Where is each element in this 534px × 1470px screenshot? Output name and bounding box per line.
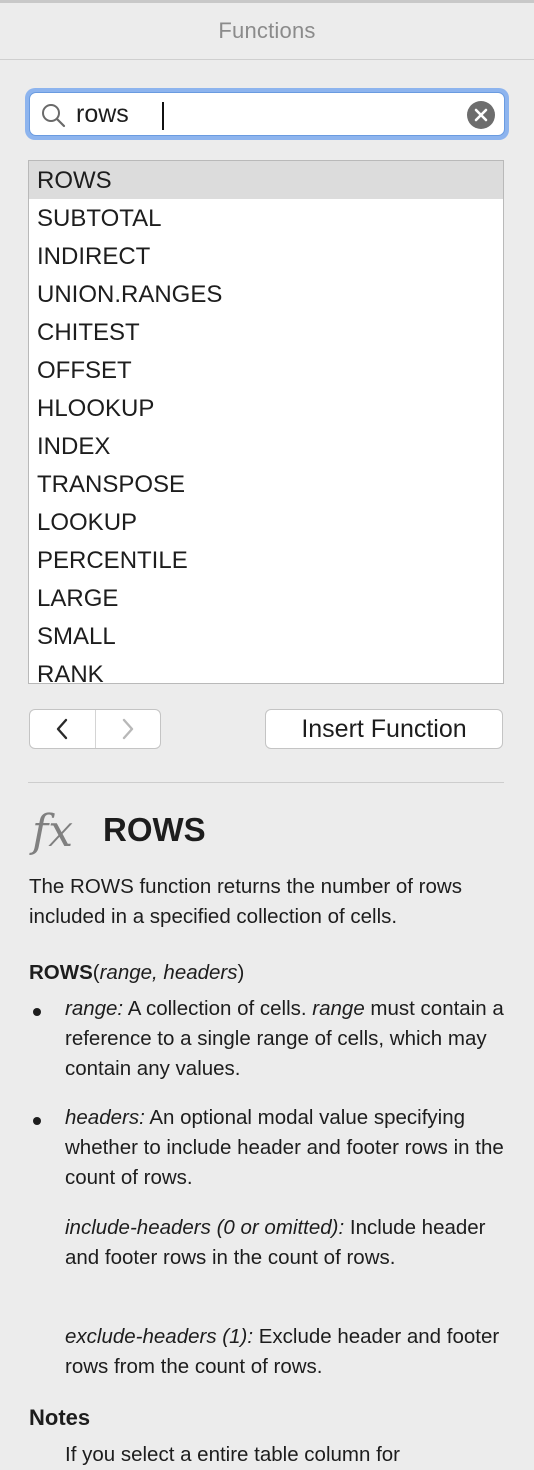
back-button[interactable]: [30, 710, 95, 748]
syntax-name: ROWS: [29, 961, 93, 984]
function-list-item[interactable]: ROWS: [29, 161, 503, 199]
option-exclude-headers: exclude-headers (1): Exclude header and …: [65, 1322, 505, 1382]
search-focus-ring: [25, 88, 509, 140]
panel-header: Functions: [0, 3, 534, 60]
search-icon: [42, 104, 66, 128]
search-input[interactable]: [76, 98, 456, 130]
opt-include-term: include-headers (0 or omitted):: [65, 1216, 345, 1239]
clear-search-icon[interactable]: [467, 101, 495, 129]
function-list-item[interactable]: UNION.RANGES: [29, 275, 503, 313]
function-list-item[interactable]: RANK: [29, 655, 503, 683]
function-list-item[interactable]: PERCENTILE: [29, 541, 503, 579]
function-list-item[interactable]: LARGE: [29, 579, 503, 617]
function-title: ROWS: [103, 811, 206, 848]
function-list-item[interactable]: SMALL: [29, 617, 503, 655]
function-list[interactable]: ROWS SUBTOTAL INDIRECT UNION.RANGES CHITEST O…: [28, 160, 504, 684]
notes-first-line: If you select a entire table column for: [65, 1443, 401, 1466]
function-list-item[interactable]: INDIRECT: [29, 237, 503, 275]
panel-title: Functions: [218, 18, 316, 43]
chevron-left-icon: [57, 718, 68, 740]
search-field[interactable]: [29, 92, 505, 136]
arg-range-inline: range: [312, 997, 365, 1020]
fx-icon: fx: [32, 806, 74, 857]
syntax-args: range, headers: [99, 961, 238, 984]
function-list-item[interactable]: TRANSPOSE: [29, 465, 503, 503]
arg-range-text-1: A collection of cells.: [123, 997, 313, 1020]
history-nav: [29, 709, 161, 749]
argument-range: range: A collection of cells. range must…: [65, 994, 505, 1084]
function-list-item[interactable]: OFFSET: [29, 351, 503, 389]
option-include-headers: include-headers (0 or omitted): Include …: [65, 1213, 505, 1273]
argument-headers: headers: An optional modal value specify…: [65, 1103, 505, 1193]
function-syntax: ROWS(range, headers): [29, 961, 245, 984]
opt-exclude-term: exclude-headers (1):: [65, 1325, 254, 1348]
function-list-item[interactable]: INDEX: [29, 427, 503, 465]
bullet-range: [33, 1008, 41, 1016]
bullet-headers: [33, 1117, 41, 1125]
function-list-item[interactable]: SUBTOTAL: [29, 199, 503, 237]
arg-range-term: range:: [65, 997, 124, 1020]
arg-headers-term: headers:: [65, 1106, 145, 1129]
text-caret: [162, 102, 164, 130]
forward-button[interactable]: [94, 710, 161, 748]
insert-function-button[interactable]: Insert Function: [265, 709, 503, 749]
function-list-item[interactable]: LOOKUP: [29, 503, 503, 541]
notes-heading: Notes: [29, 1405, 91, 1430]
section-divider: [28, 782, 504, 783]
function-list-item[interactable]: HLOOKUP: [29, 389, 503, 427]
function-list-item[interactable]: CHITEST: [29, 313, 503, 351]
chevron-right-icon: [122, 718, 133, 740]
function-description: The ROWS function returns the number of …: [29, 875, 462, 928]
